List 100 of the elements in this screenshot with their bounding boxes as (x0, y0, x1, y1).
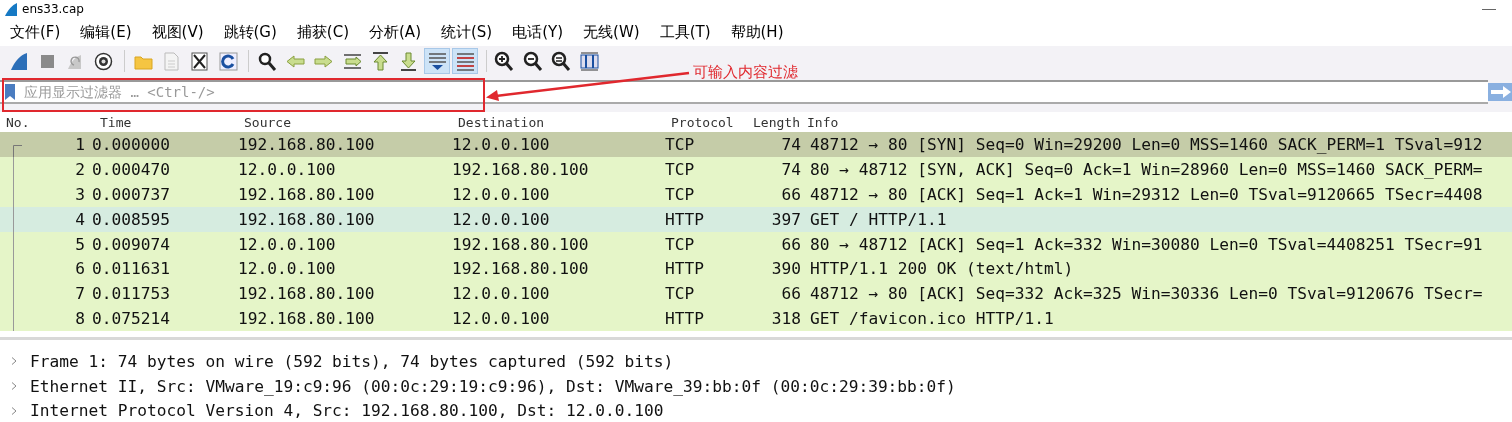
reload-icon (217, 50, 239, 72)
auto-scroll-icon (426, 50, 448, 72)
table-cell-text: HTTP (665, 309, 705, 329)
table-cell-text: 12.0.0.100 (452, 309, 551, 329)
table-cell-text: 66 (780, 284, 801, 304)
detail-line[interactable]: Ethernet II, Src: VMware_19:c9:96 (00:0c:29:19:c9:96), Dst: VMware_39:bb:0f (00:0c:29:39:bb:0f) (30, 376, 956, 396)
menu-item[interactable]: 无线(W) (583, 22, 640, 42)
table-cell-text: 48712 → 80 [ACK] Seq=1 Ack=1 Win=29312 Len=0 TSval=9120665 TSecr=4408 (809, 184, 1484, 204)
minimize-button[interactable] (1482, 8, 1496, 10)
display-filter-field[interactable]: 应用显示过滤器 … <Ctrl-/> (24, 80, 1488, 104)
table-cell-text: TCP (665, 284, 696, 304)
packet-row[interactable]: 6 0.011631 12.0.0.100 192.168.80.100 HTTP 390 HTTP/1.1 200 OK (text/html) (0, 256, 1512, 282)
detail-line[interactable]: Frame 1: 74 bytes on wire (592 bits), 74 bytes captured (592 bits) (30, 351, 674, 371)
file-icon (161, 50, 182, 72)
table-cell-text: GET /favicon.ico HTTP/1.1 (809, 309, 1055, 329)
table-cell-text: 0.000000 (92, 134, 171, 154)
app-logo-icon (4, 1, 18, 17)
bookmark-button[interactable] (0, 80, 24, 104)
column-header[interactable]: Destination (452, 114, 665, 130)
table-cell-text: 0.011631 (92, 259, 171, 279)
table-cell-text: TCP (665, 184, 696, 204)
table-cell-text: HTTP/1.1 200 OK (text/html) (809, 259, 1075, 279)
gear-icon (93, 50, 115, 72)
table-cell-text: TCP (665, 134, 696, 154)
menu-item[interactable]: 跳转(G) (223, 22, 277, 42)
table-cell-text: HTTP (665, 259, 705, 279)
packet-row[interactable]: 4 0.008595 192.168.80.100 12.0.0.100 HTTP 397 GET / HTTP/1.1 (0, 206, 1512, 232)
table-cell-text: 318 (770, 309, 801, 329)
table-cell-text: TCP (665, 234, 696, 254)
table-cell-text: GET / HTTP/1.1 (809, 209, 948, 229)
table-cell-text: 0.011753 (92, 284, 171, 304)
table-cell-text: 48712 → 80 [SYN] Seq=0 Win=29200 Len=0 MSS=1460 SACK_PERM=1 TSval=912 (809, 134, 1484, 154)
toolbar-button[interactable] (424, 48, 451, 74)
table-cell-text: 12.0.0.100 (238, 159, 337, 179)
table-cell-text: 1 (74, 134, 86, 154)
table-cell-text: 3 (74, 184, 86, 204)
expand-icon[interactable] (10, 381, 18, 392)
resize-columns-icon (579, 50, 601, 72)
packet-row[interactable]: 3 0.000737 192.168.80.100 12.0.0.100 TCP 66 48712 → 80 [ACK] Seq=1 Ack=1 Win=29312 Len=0 TSval=9120665 TSecr=4408 (0, 181, 1512, 207)
table-cell-text: 80 → 48712 [SYN, ACK] Seq=0 Ack=1 Win=28960 Len=0 MSS=1460 SACK_PERM= (809, 159, 1484, 179)
table-cell-text: 12.0.0.100 (452, 209, 551, 229)
packet-row[interactable]: 5 0.009074 12.0.0.100 192.168.80.100 TCP 66 80 → 48712 [ACK] Seq=1 Ack=332 Win=30080 Len=0 TSval=4408251 TSecr=91 (0, 231, 1512, 257)
table-cell-text: 0.009074 (92, 234, 171, 254)
table-cell-text: 12.0.0.100 (238, 259, 337, 279)
table-cell-text: 397 (770, 209, 801, 229)
menu-item[interactable]: 电话(Y) (512, 22, 564, 42)
table-cell-text: 80 → 48712 [ACK] Seq=1 Ack=332 Win=30080 Len=0 TSval=4408251 TSecr=91 (809, 234, 1484, 254)
table-cell-text: TCP (665, 159, 696, 179)
table-cell-text: 192.168.80.100 (238, 309, 376, 329)
table-cell-text: 0.075214 (92, 309, 171, 329)
table-cell-text: 4 (74, 209, 86, 229)
zoom-in-icon (494, 50, 516, 72)
table-cell-text: HTTP (665, 209, 705, 229)
table-cell-text: 12.0.0.100 (238, 234, 337, 254)
menu-item[interactable]: 工具(T) (659, 22, 711, 42)
menu-item[interactable]: 视图(V) (151, 22, 204, 42)
column-header[interactable]: Time (92, 114, 238, 130)
window-title: ens33.cap (22, 2, 84, 16)
menu-item[interactable]: 帮助(H) (730, 22, 784, 42)
table-cell-text: 66 (780, 234, 801, 254)
table-cell-text: 192.168.80.100 (238, 209, 376, 229)
expand-icon[interactable] (10, 356, 18, 367)
menu-item[interactable]: 捕获(C) (296, 22, 349, 42)
annotation-text: 可输入内容过滤 (693, 63, 798, 82)
table-cell-text: 66 (780, 184, 801, 204)
lines-icon (454, 50, 476, 72)
menu-item[interactable]: 分析(A) (369, 22, 421, 42)
table-cell-text: 0.008595 (92, 209, 171, 229)
column-header[interactable]: No. (0, 114, 92, 130)
detail-line[interactable]: Internet Protocol Version 4, Src: 192.168.80.100, Dst: 12.0.0.100 (30, 401, 664, 421)
column-header[interactable]: Source (238, 114, 452, 130)
table-cell-text: 7 (74, 284, 86, 304)
shark-fin-icon (8, 50, 30, 72)
menu-item[interactable]: 编辑(E) (80, 22, 132, 42)
packet-row[interactable]: 8 0.075214 192.168.80.100 12.0.0.100 HTTP 318 GET /favicon.ico HTTP/1.1 (0, 306, 1512, 332)
table-cell-text: 192.168.80.100 (452, 259, 590, 279)
packet-row[interactable]: 7 0.011753 192.168.80.100 12.0.0.100 TCP 66 48712 → 80 [ACK] Seq=332 Ack=325 Win=30336 Len=0 TSval=9120676 TSecr= (0, 281, 1512, 307)
search-icon (256, 50, 278, 72)
table-cell-text: 48712 → 80 [ACK] Seq=332 Ack=325 Win=30336 Len=0 TSval=9120676 TSecr= (809, 284, 1484, 304)
column-header[interactable]: Info (801, 114, 1512, 130)
table-cell-text: 12.0.0.100 (452, 184, 551, 204)
menu-item[interactable]: 文件(F) (10, 22, 61, 42)
expand-icon[interactable] (10, 406, 18, 416)
right-arrow-icon (1491, 85, 1511, 99)
table-cell-text: 192.168.80.100 (238, 184, 376, 204)
column-header[interactable]: Protocol (665, 114, 747, 130)
table-cell-text: 192.168.80.100 (452, 159, 590, 179)
table-cell-text: 0.000737 (92, 184, 171, 204)
table-cell-text: 5 (74, 234, 86, 254)
table-cell-text: 0.000470 (92, 159, 171, 179)
table-cell-text: 6 (74, 259, 86, 279)
table-cell-text: 8 (74, 309, 86, 329)
packet-row[interactable]: 2 0.000470 12.0.0.100 192.168.80.100 TCP 74 80 → 48712 [SYN, ACK] Seq=0 Ack=1 Win=28960 Len=0 MSS=1460 SACK_PERM= (0, 156, 1512, 182)
table-cell-text: 390 (770, 259, 801, 279)
menu-item[interactable]: 统计(S) (441, 22, 493, 42)
column-header[interactable]: Length (747, 114, 801, 130)
table-cell-text: 74 (780, 159, 801, 179)
table-cell-text: 12.0.0.100 (452, 134, 551, 154)
table-cell-text: 192.168.80.100 (452, 234, 590, 254)
packet-row[interactable]: 1 0.000000 192.168.80.100 12.0.0.100 TCP 74 48712 → 80 [SYN] Seq=0 Win=29200 Len=0 MSS=1460 SACK_PERM=1 TSval=912 (0, 132, 1512, 157)
